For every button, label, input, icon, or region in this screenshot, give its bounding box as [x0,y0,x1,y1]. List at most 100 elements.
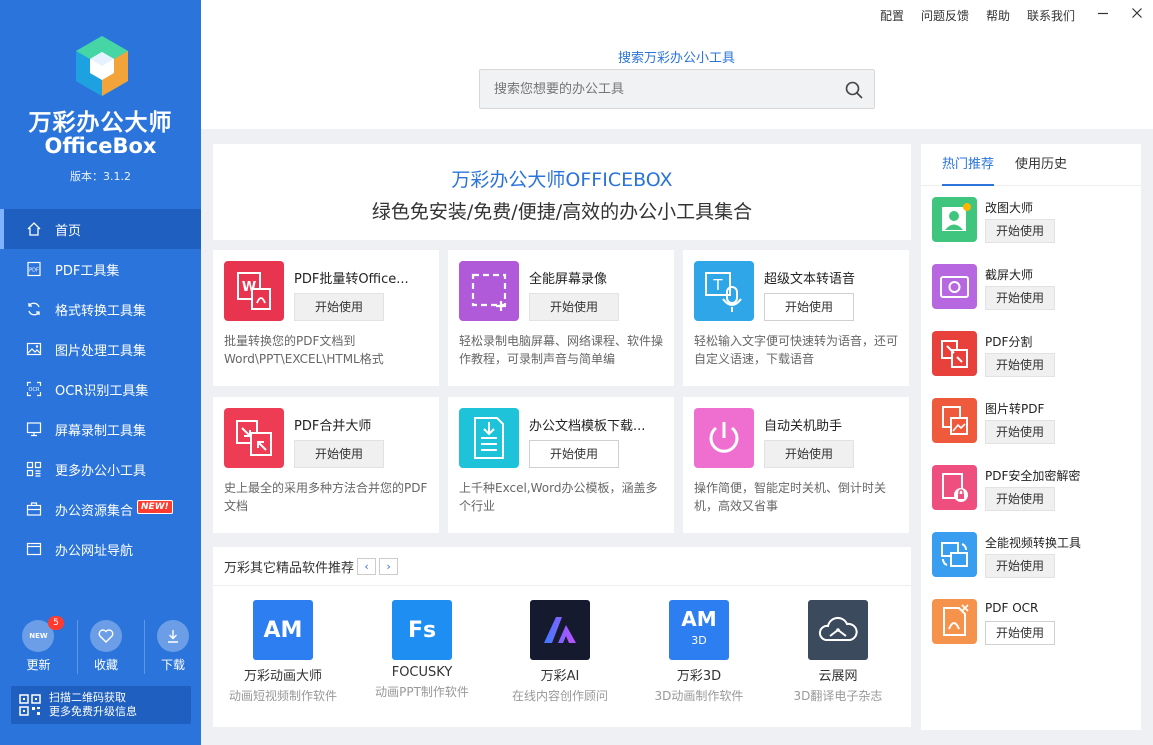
wancai-ai-logo [530,600,590,660]
qr-line1: 扫描二维码获取 [49,691,126,704]
sidebar-item-label: 屏幕录制工具集 [55,423,147,439]
start-button[interactable]: 开始使用 [985,621,1055,645]
start-button[interactable]: 开始使用 [294,293,384,321]
start-button[interactable]: 开始使用 [985,420,1055,444]
search-icon[interactable] [844,80,864,100]
qr-text: 扫描二维码获取 更多免费升级信息 [49,691,137,719]
top-links: 配置 问题反馈 帮助 联系我们 [863,7,1143,24]
start-button[interactable]: 开始使用 [985,554,1055,578]
prev-arrow-button[interactable]: ‹ [357,557,377,575]
sidebar-item-label: 更多办公小工具 [55,463,147,479]
yunzhan-cloud-logo [808,600,868,660]
sidebar-item-office-resources[interactable]: 办公资源集合 NEW! [0,489,201,529]
side-tool-item: PDF安全加密解密 开始使用 [932,465,1132,511]
start-button[interactable]: 开始使用 [294,440,384,468]
search-box [479,69,875,109]
start-button[interactable]: 开始使用 [764,293,854,321]
tool-desc: 批量转换您的PDF文档到Word\PPT\EXCEL\HTML格式 [224,334,384,366]
qr-code-promo[interactable]: 扫描二维码获取 更多免费升级信息 [11,686,191,724]
product-item[interactable]: Fs FOCUSKY 动画PPT制作软件 [357,600,487,700]
qr-line2: 更多免费升级信息 [49,705,137,718]
product-item[interactable]: 万彩AI 在线内容创作顾问 [495,600,625,704]
sidebar: 万彩办公大师 OfficeBox 版本：3.1.2 首页 PDF PDF工具集 … [0,0,201,745]
side-tool-name: 图片转PDF [985,402,1045,416]
side-tool-item: 截屏大师 开始使用 [932,264,1132,310]
new-badge: NEW! [137,500,173,514]
template-download-icon [459,408,519,468]
convert-icon [28,302,40,316]
contact-link[interactable]: 联系我们 [1027,7,1075,24]
search-input[interactable] [480,70,830,108]
sidebar-item-label: 格式转换工具集 [55,303,147,319]
start-button[interactable]: 开始使用 [985,487,1055,511]
screenshot-icon [932,264,977,309]
tool-card: 办公文档模板下载... 开始使用 上千种Excel,Word办公模板，涵盖多个行… [448,397,674,533]
minimize-button[interactable] [1097,7,1109,24]
tab-usage-history[interactable]: 使用历史 [1015,144,1067,185]
product-item[interactable]: AM 万彩动画大师 动画短视频制作软件 [218,600,348,704]
favorite-button[interactable]: 收藏 [76,620,134,674]
sidebar-item-more-tools[interactable]: 更多办公小工具 [0,449,201,489]
next-arrow-button[interactable]: › [379,557,399,575]
close-icon [1132,8,1142,18]
power-icon [694,408,754,468]
product-item[interactable]: AM 3D 万彩3D 3D动画制作软件 [634,600,764,704]
sidebar-item-image-tools[interactable]: 图片处理工具集 [0,329,201,369]
svg-text:T: T [712,276,723,294]
focusky-logo: Fs [392,600,452,660]
side-tool-item: PDF分割 开始使用 [932,331,1132,377]
download-label: 下载 [161,658,186,672]
sidebar-item-home[interactable]: 首页 [0,209,201,249]
sidebar-item-label: 办公资源集合 [55,503,134,519]
start-button[interactable]: 开始使用 [985,219,1055,243]
side-tool-item: PDF OCR 开始使用 [932,599,1132,645]
pdf-ocr-icon [932,599,977,644]
product-desc: 动画PPT制作软件 [375,685,469,699]
sidebar-item-label: 图片处理工具集 [55,343,147,359]
start-button[interactable]: 开始使用 [529,440,619,468]
tool-name: PDF批量转Office... [294,272,409,287]
sidebar-item-pdf-tools[interactable]: PDF PDF工具集 [0,249,201,289]
update-button[interactable]: NEW 5 更新 [10,616,67,674]
tool-name: 全能屏幕录像 [529,272,608,287]
word-pdf-icon: W [224,261,284,321]
close-button[interactable] [1131,7,1143,24]
app-window: 万彩办公大师 OfficeBox 版本：3.1.2 首页 PDF PDF工具集 … [0,0,1153,745]
photo-edit-icon [932,197,977,242]
help-link[interactable]: 帮助 [986,7,1010,24]
svg-text:OCR: OCR [29,387,40,393]
product-name: FOCUSKY [391,665,453,680]
tool-card: 自动关机助手 开始使用 操作简便，智能定时关机、倒计时关机，高效又省事 [683,397,909,533]
feedback-link[interactable]: 问题反馈 [921,7,969,24]
start-button[interactable]: 开始使用 [529,293,619,321]
sidebar-item-screen-record[interactable]: 屏幕录制工具集 [0,409,201,449]
recommend-header: 万彩其它精品软件推荐 ‹ › [213,547,911,586]
side-tabs: 热门推荐 使用历史 [921,144,1141,186]
product-name: 万彩AI [540,669,580,684]
side-tool-name: 改图大师 [985,201,1034,215]
banner-subtitle: 绿色免安装/免费/便捷/高效的办公小工具集合 [371,201,753,223]
search-label: 搜索万彩办公小工具 [618,51,736,66]
start-button[interactable]: 开始使用 [985,353,1055,377]
side-tool-item: 改图大师 开始使用 [932,197,1132,243]
tool-name: 自动关机助手 [764,419,843,434]
config-link[interactable]: 配置 [880,7,904,24]
hot-recommend-panel: 热门推荐 使用历史 改图大师 开始使用 截屏大师 开始使用 PDF分割 开始使用… [921,144,1141,730]
pdf-split-icon [932,331,977,376]
sidebar-item-label: PDF工具集 [55,263,120,279]
start-button[interactable]: 开始使用 [985,286,1055,310]
animiz-logo: AM [253,600,313,660]
product-item[interactable]: 云展网 3D翻译电子杂志 [773,600,903,704]
tool-desc: 轻松录制电脑屏幕、网络课程、软件操作教程，可录制声音与简单编 [459,334,664,366]
side-tool-name: PDF OCR [985,601,1039,615]
sidebar-item-ocr-tools[interactable]: OCR OCR识别工具集 [0,369,201,409]
pdf-icon: PDF [27,261,41,277]
tab-hot-recommend[interactable]: 热门推荐 [942,144,995,186]
monitor-icon [26,422,42,437]
banner-title: 万彩办公大师OFFICEBOX [451,169,673,191]
sidebar-item-format-convert[interactable]: 格式转换工具集 [0,289,201,329]
start-button[interactable]: 开始使用 [764,440,854,468]
minimize-icon [1098,12,1108,15]
download-button[interactable]: 下载 [144,620,201,674]
sidebar-item-web-nav[interactable]: 办公网址导航 [0,529,201,569]
